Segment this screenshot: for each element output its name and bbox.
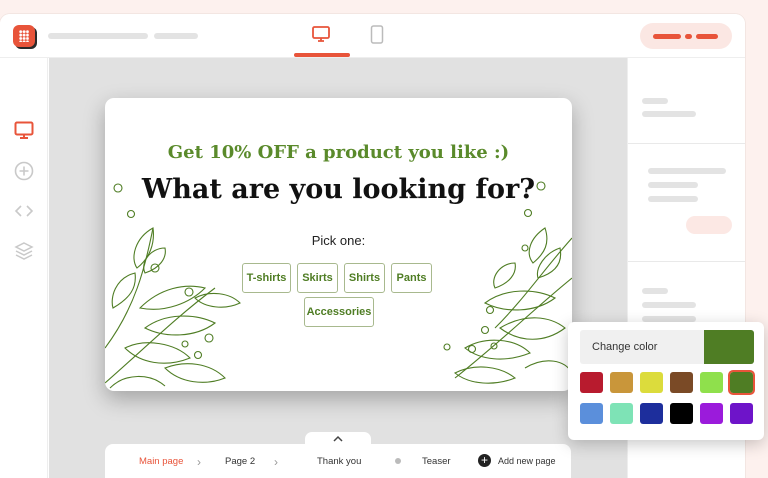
chevron-up-icon: [333, 435, 343, 442]
top-toolbar: [0, 14, 745, 58]
color-swatch[interactable]: [580, 403, 603, 424]
color-swatch-selected[interactable]: [728, 370, 755, 395]
color-swatch[interactable]: [670, 372, 693, 393]
left-sidebar: [0, 58, 48, 478]
plus-icon[interactable]: +: [478, 454, 491, 467]
pick-prompt[interactable]: Pick one:: [105, 233, 572, 248]
offer-text[interactable]: Get 10% OFF a product you like :): [105, 142, 572, 163]
publish-button[interactable]: [640, 23, 732, 49]
color-swatch[interactable]: [670, 403, 693, 424]
layers-icon: [14, 242, 34, 260]
app-logo[interactable]: [13, 25, 35, 47]
option-button[interactable]: Accessories: [304, 297, 374, 327]
page-tab-main[interactable]: Main page: [139, 456, 183, 467]
desktop-view-button[interactable]: [311, 24, 331, 44]
desktop-icon: [14, 121, 34, 139]
color-swatch[interactable]: [610, 403, 633, 424]
chevron-right-icon: ›: [197, 455, 201, 469]
popup-preview-card[interactable]: Get 10% OFF a product you like :) What a…: [105, 98, 572, 391]
settings-section: [628, 58, 745, 144]
sidebar-item-design[interactable]: [14, 120, 34, 140]
color-swatch[interactable]: [640, 372, 663, 393]
separator-dot: [395, 458, 401, 464]
color-swatch[interactable]: [700, 372, 723, 393]
sidebar-item-add[interactable]: [14, 161, 34, 181]
active-view-indicator: [294, 53, 350, 57]
option-button[interactable]: Pants: [391, 263, 432, 293]
page-tab-teaser[interactable]: Teaser: [422, 456, 451, 467]
color-swatch[interactable]: [580, 372, 603, 393]
plus-circle-icon: [14, 161, 34, 181]
desktop-icon: [312, 25, 330, 42]
settings-section: [628, 144, 745, 262]
option-button[interactable]: T-shirts: [242, 263, 291, 293]
page-tab-thank-you[interactable]: Thank you: [317, 456, 361, 467]
popup-headline[interactable]: What are you looking for?: [105, 174, 572, 205]
subtitle-placeholder: [154, 33, 198, 39]
page-tab-2[interactable]: Page 2: [225, 456, 255, 467]
sidebar-item-code[interactable]: [14, 201, 34, 221]
change-color-label[interactable]: Change color: [580, 330, 704, 364]
color-swatch[interactable]: [610, 372, 633, 393]
sidebar-item-layers[interactable]: [14, 241, 34, 261]
option-button[interactable]: Shirts: [344, 263, 385, 293]
title-placeholder: [48, 33, 148, 39]
color-picker-popup: Change color: [568, 322, 764, 440]
current-color-swatch[interactable]: [704, 330, 754, 364]
code-icon: [14, 205, 34, 217]
option-button[interactable]: Skirts: [297, 263, 338, 293]
color-swatch[interactable]: [700, 403, 723, 424]
color-swatch[interactable]: [730, 403, 753, 424]
mobile-icon: [370, 24, 384, 44]
section-button[interactable]: [686, 216, 732, 234]
add-page-button[interactable]: Add new page: [498, 456, 556, 466]
chevron-right-icon: ›: [274, 455, 278, 469]
mobile-view-button[interactable]: [367, 24, 387, 44]
color-swatch[interactable]: [640, 403, 663, 424]
